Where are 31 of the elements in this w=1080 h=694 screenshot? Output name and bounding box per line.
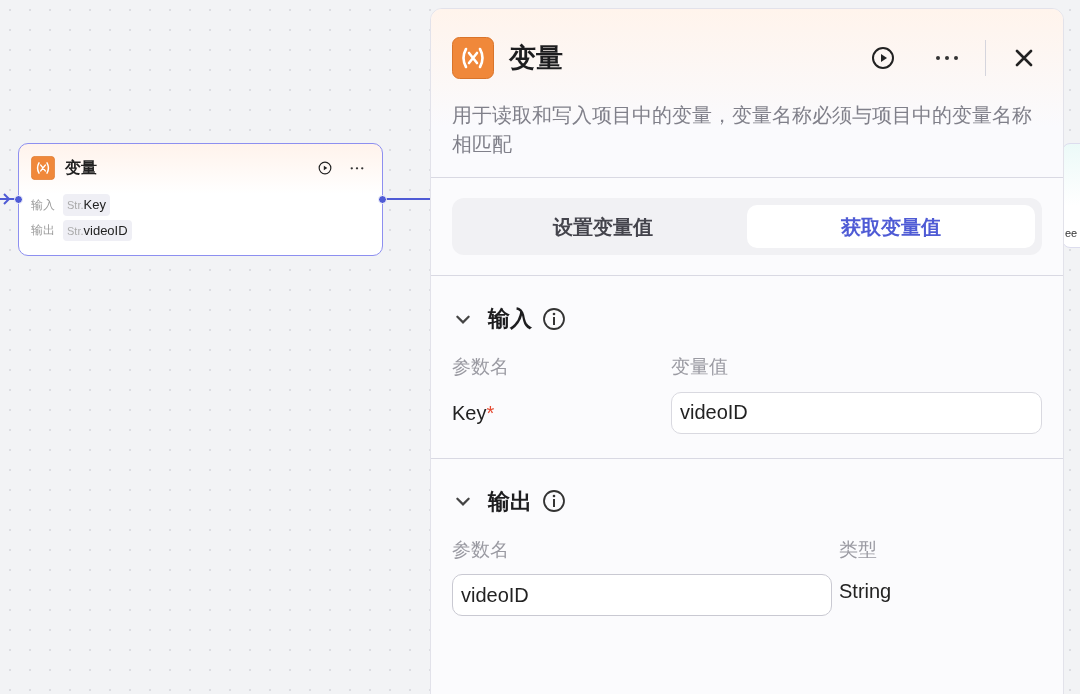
more-icon[interactable] — [935, 54, 959, 62]
panel-description: 用于读取和写入项目中的变量，变量名称必须与项目中的变量名称相匹配 — [452, 103, 1033, 157]
tab[interactable]: 获取变量值 — [747, 205, 1035, 248]
parameter-name: Key — [452, 400, 487, 426]
close-icon[interactable] — [1014, 48, 1034, 68]
column-header: 类型 — [839, 537, 878, 562]
tab[interactable]: 设置变量值 — [459, 205, 747, 248]
port-label: 输入 — [31, 196, 55, 214]
section-title: 输入 — [488, 305, 532, 333]
panel-title: 变量 — [509, 41, 563, 75]
variable-icon — [452, 37, 494, 79]
outgoing-connector — [386, 198, 430, 200]
variable-icon — [31, 156, 55, 180]
info-icon[interactable] — [542, 306, 566, 331]
node-text: ee — [1064, 225, 1078, 241]
required-mark: * — [486, 400, 495, 426]
more-icon[interactable] — [350, 165, 364, 171]
section-title: 输出 — [488, 487, 532, 516]
parameter-tag: Str.videoID — [63, 219, 132, 241]
type-label: String — [839, 579, 893, 604]
column-header: 参数名 — [452, 355, 510, 379]
port-label: 输出 — [31, 222, 55, 240]
parameter-name-field[interactable]: videoID — [452, 574, 832, 616]
run-icon[interactable] — [318, 161, 332, 175]
info-icon[interactable] — [542, 489, 566, 513]
run-icon[interactable] — [871, 46, 895, 70]
column-header: 变量值 — [671, 355, 729, 379]
column-header: 参数名 — [452, 537, 510, 562]
value-field[interactable]: videoID — [671, 391, 1042, 434]
node-title: 变量 — [65, 158, 97, 178]
parameter-tag: Str.Key — [63, 194, 110, 216]
